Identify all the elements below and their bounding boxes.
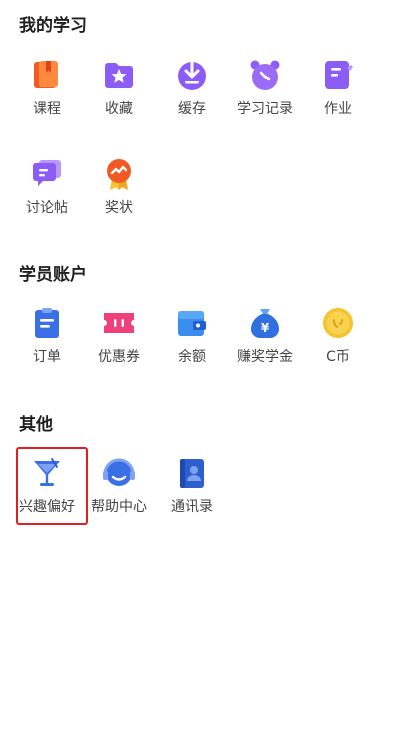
menu-item-cache[interactable]: 缓存 xyxy=(155,58,229,138)
coin-icon xyxy=(321,306,355,340)
menu-item-certificate[interactable]: 奖状 xyxy=(82,157,156,237)
headset-icon xyxy=(102,456,136,490)
section-title: 其他 xyxy=(19,415,53,435)
item-label: C币 xyxy=(326,349,350,365)
item-label: 奖状 xyxy=(105,200,133,216)
download-cache-icon xyxy=(175,58,209,92)
item-label: 通讯录 xyxy=(171,499,213,515)
menu-item-learning-record[interactable]: 学习记录 xyxy=(228,58,302,138)
menu-item-help-center[interactable]: 帮助中心 xyxy=(82,456,156,536)
menu-item-scholarship[interactable]: ¥ 赚奖学金 xyxy=(228,306,302,386)
menu-item-orders[interactable]: 订单 xyxy=(10,306,84,386)
section-title: 我的学习 xyxy=(19,16,87,36)
discussion-icon xyxy=(30,157,64,191)
menu-item-c-coin[interactable]: C币 xyxy=(301,306,375,386)
section-title: 学员账户 xyxy=(19,265,87,285)
menu-item-interests[interactable]: 兴趣偏好 xyxy=(10,456,84,536)
menu-item-coupons[interactable]: 优惠券 xyxy=(82,306,156,386)
favorites-folder-icon xyxy=(102,58,136,92)
homework-icon xyxy=(321,58,355,92)
address-book-icon xyxy=(175,456,209,490)
coupon-icon xyxy=(102,306,136,340)
menu-item-favorites[interactable]: 收藏 xyxy=(82,58,156,138)
money-bag-icon: ¥ xyxy=(248,306,282,340)
svg-text:¥: ¥ xyxy=(261,321,270,335)
menu-item-balance[interactable]: 余额 xyxy=(155,306,229,386)
wallet-icon xyxy=(175,306,209,340)
certificate-medal-icon xyxy=(102,157,136,191)
order-clipboard-icon xyxy=(30,306,64,340)
cocktail-glass-icon xyxy=(30,456,64,490)
course-books-icon xyxy=(30,58,64,92)
alarm-clock-icon xyxy=(248,58,282,92)
menu-item-course[interactable]: 课程 xyxy=(10,58,84,138)
item-label: 作业 xyxy=(324,101,352,117)
menu-item-discussion[interactable]: 讨论帖 xyxy=(10,157,84,237)
menu-item-contacts[interactable]: 通讯录 xyxy=(155,456,229,536)
menu-item-homework[interactable]: 作业 xyxy=(301,58,375,138)
